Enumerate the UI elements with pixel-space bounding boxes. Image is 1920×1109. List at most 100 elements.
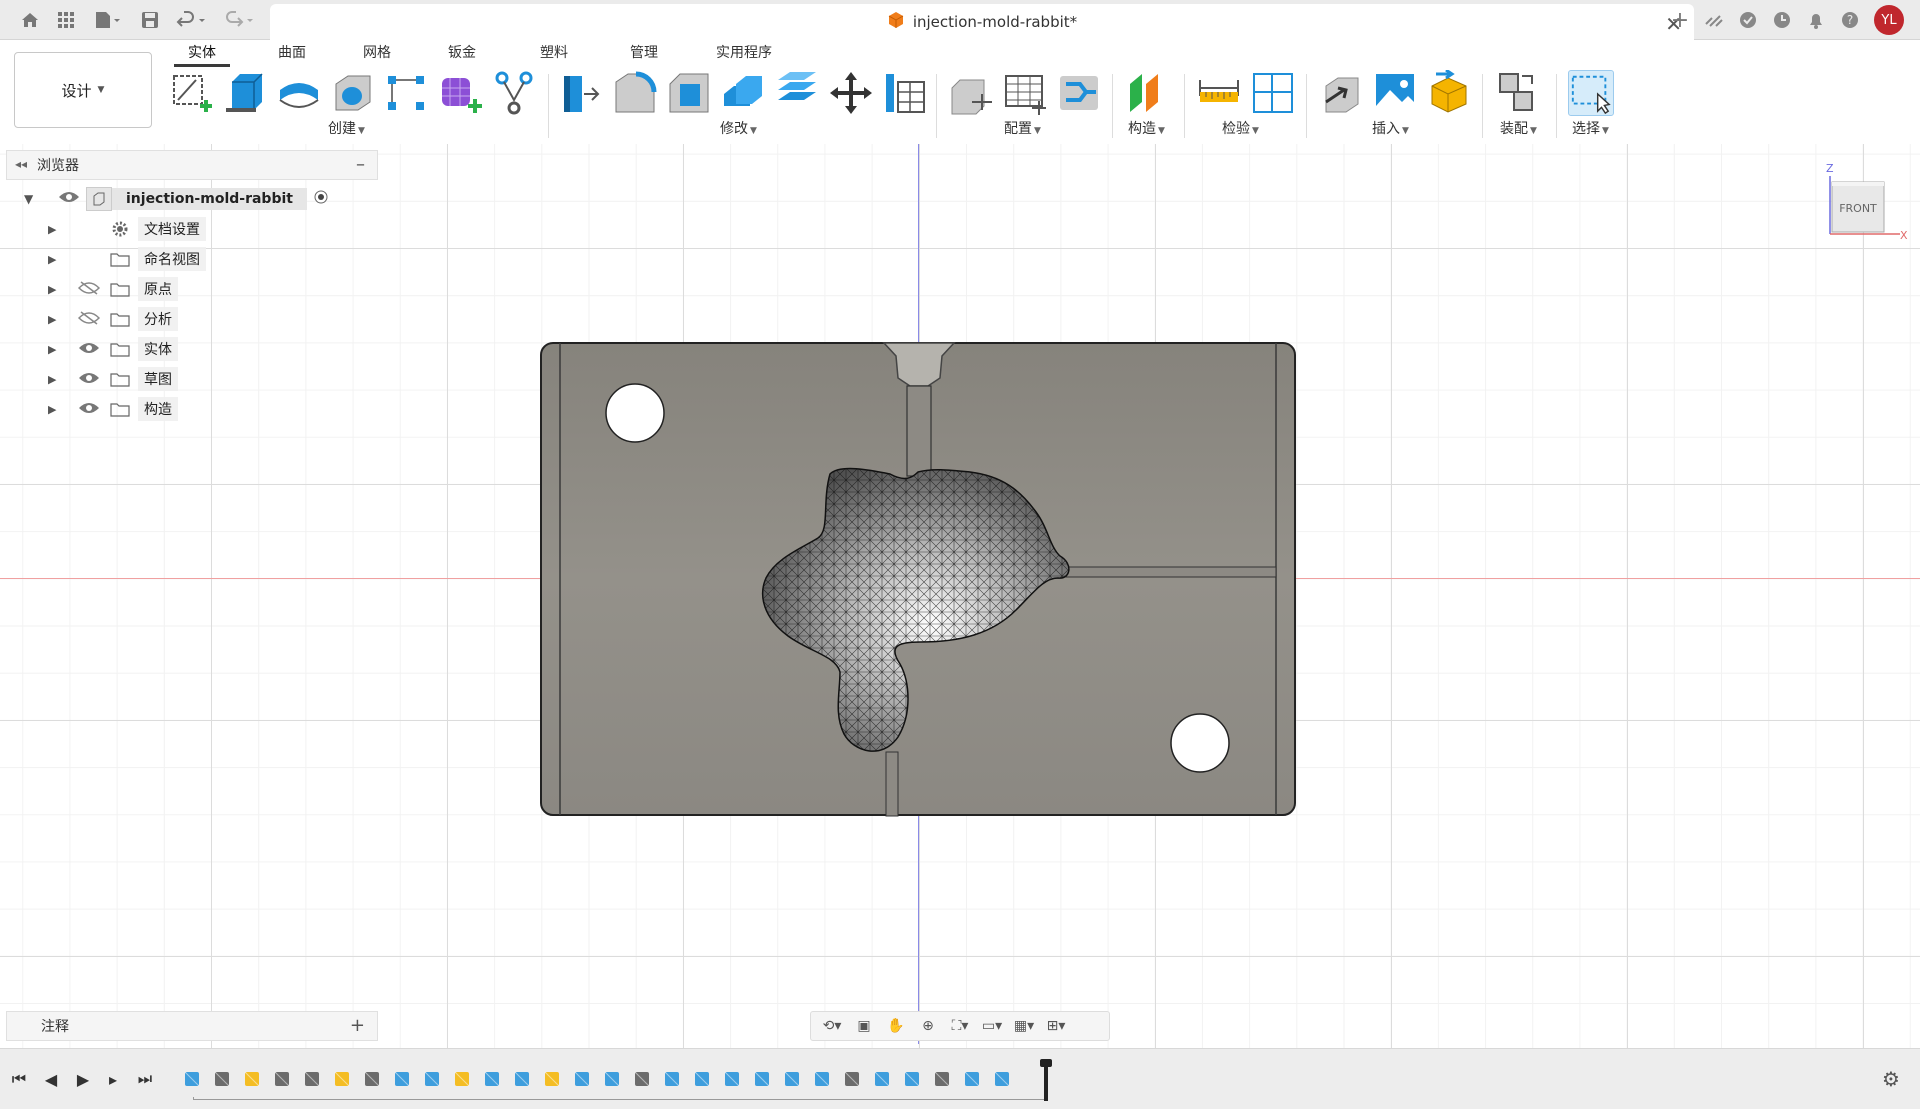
data-panel-icon[interactable] bbox=[1702, 8, 1726, 32]
timeline-feature-icon[interactable] bbox=[302, 1069, 322, 1089]
align-icon[interactable] bbox=[882, 70, 928, 116]
tab-mesh[interactable]: 网格 bbox=[363, 42, 391, 66]
configuration-table-icon[interactable] bbox=[1002, 70, 1048, 116]
configure-group-label[interactable]: 配置 ▼ bbox=[1004, 118, 1041, 138]
tree-item-label[interactable]: 构造 bbox=[138, 397, 178, 421]
timeline-feature-icon[interactable] bbox=[602, 1069, 622, 1089]
chevron-right-icon[interactable]: ▶ bbox=[48, 313, 62, 326]
step-back-icon[interactable]: ◀ bbox=[40, 1068, 62, 1090]
tab-plastic[interactable]: 塑料 bbox=[540, 42, 568, 66]
tree-item[interactable]: ▶ 文档设置 bbox=[48, 216, 206, 242]
modify-group-label[interactable]: 修改 ▼ bbox=[720, 118, 757, 138]
chamfer-icon[interactable] bbox=[666, 70, 712, 116]
assemble-group-label[interactable]: 装配 ▼ bbox=[1500, 118, 1537, 138]
tree-item-label[interactable]: 草图 bbox=[138, 367, 178, 391]
eye-icon[interactable] bbox=[78, 341, 102, 357]
grid-settings-icon[interactable]: ▦▾ bbox=[1011, 1015, 1037, 1037]
hole-icon[interactable] bbox=[330, 70, 376, 116]
timeline-feature-icon[interactable] bbox=[572, 1069, 592, 1089]
timeline-settings-icon[interactable]: ⚙ bbox=[1882, 1067, 1900, 1091]
tree-item[interactable]: ▶ 实体 bbox=[48, 336, 178, 362]
tree-item[interactable]: ▶ 原点 bbox=[48, 276, 178, 302]
notifications-icon[interactable] bbox=[1804, 8, 1828, 32]
look-at-icon[interactable]: ▣ bbox=[851, 1015, 877, 1037]
revolve-icon[interactable] bbox=[276, 70, 322, 116]
shell-icon[interactable] bbox=[720, 70, 766, 116]
timeline-feature-icon[interactable] bbox=[512, 1069, 532, 1089]
tree-item[interactable]: ▶ 命名视图 bbox=[48, 246, 206, 272]
timeline-feature-icon[interactable] bbox=[782, 1069, 802, 1089]
timeline-marker[interactable] bbox=[1040, 1059, 1052, 1101]
tree-item-label[interactable]: 文档设置 bbox=[138, 217, 206, 241]
workspace-switcher-button[interactable]: 设计 ▼ bbox=[14, 52, 152, 128]
timeline-feature-icon[interactable] bbox=[392, 1069, 412, 1089]
tab-solid[interactable]: 实体 bbox=[174, 42, 230, 67]
create-form-icon[interactable] bbox=[438, 70, 484, 116]
tree-root[interactable]: ▼ injection-mold-rabbit bbox=[24, 186, 329, 212]
collapse-panel-icon[interactable]: ◂◂ bbox=[15, 157, 27, 171]
tree-item[interactable]: ▶ 草图 bbox=[48, 366, 178, 392]
fit-icon[interactable]: ⛶▾ bbox=[947, 1015, 973, 1037]
timeline-feature-icon[interactable] bbox=[662, 1069, 682, 1089]
timeline-feature-icon[interactable] bbox=[212, 1069, 232, 1089]
eye-icon[interactable] bbox=[78, 371, 102, 387]
tab-utilities[interactable]: 实用程序 bbox=[716, 42, 772, 66]
tree-item[interactable]: ▶ 构造 bbox=[48, 396, 178, 422]
inspect-group-label[interactable]: 检验 ▼ bbox=[1222, 118, 1259, 138]
viewports-icon[interactable]: ⊞▾ bbox=[1043, 1015, 1069, 1037]
tree-item[interactable]: ▶ 分析 bbox=[48, 306, 178, 332]
select-group-label[interactable]: 选择 ▼ bbox=[1572, 118, 1609, 138]
file-menu-icon[interactable] bbox=[90, 8, 126, 32]
home-icon[interactable] bbox=[18, 8, 42, 32]
timeline-feature-icon[interactable] bbox=[902, 1069, 922, 1089]
insert-mcmaster-icon[interactable] bbox=[1426, 68, 1472, 116]
orbit-icon[interactable]: ⟲▾ bbox=[819, 1015, 845, 1037]
timeline-feature-icon[interactable] bbox=[332, 1069, 352, 1089]
press-pull-icon[interactable] bbox=[558, 70, 604, 116]
minimize-panel-icon[interactable]: – bbox=[356, 154, 365, 175]
tab-manage[interactable]: 管理 bbox=[630, 42, 658, 66]
undo-icon[interactable] bbox=[174, 8, 210, 32]
browser-panel-header[interactable]: ◂◂ 浏览器 – bbox=[6, 150, 378, 180]
extrude-icon[interactable] bbox=[222, 70, 268, 116]
timeline-feature-icon[interactable] bbox=[722, 1069, 742, 1089]
insert-canvas-icon[interactable] bbox=[1372, 70, 1418, 116]
chevron-right-icon[interactable]: ▶ bbox=[48, 223, 62, 236]
timeline-feature-icon[interactable] bbox=[842, 1069, 862, 1089]
eye-hidden-icon[interactable] bbox=[77, 311, 102, 327]
save-icon[interactable] bbox=[138, 8, 162, 32]
timeline-feature-icon[interactable] bbox=[272, 1069, 292, 1089]
timeline-feature-icon[interactable] bbox=[452, 1069, 472, 1089]
tab-surface[interactable]: 曲面 bbox=[278, 42, 306, 66]
activate-radio-icon[interactable] bbox=[313, 189, 329, 209]
timeline-feature-icon[interactable] bbox=[242, 1069, 262, 1089]
go-to-start-icon[interactable]: ⏮ bbox=[8, 1068, 30, 1090]
chevron-right-icon[interactable]: ▶ bbox=[48, 373, 62, 386]
job-status-icon[interactable] bbox=[1736, 8, 1760, 32]
timeline-feature-icon[interactable] bbox=[422, 1069, 442, 1089]
viewcube[interactable]: Z X FRONT bbox=[1820, 160, 1910, 244]
mold-block[interactable] bbox=[540, 342, 1296, 818]
tree-item-label[interactable]: 分析 bbox=[138, 307, 178, 331]
display-settings-icon[interactable]: ▭▾ bbox=[979, 1015, 1005, 1037]
new-component-icon[interactable] bbox=[1494, 70, 1540, 116]
select-icon[interactable] bbox=[1568, 70, 1614, 116]
step-forward-icon[interactable]: ▸ bbox=[102, 1068, 124, 1090]
insert-group-label[interactable]: 插入 ▼ bbox=[1372, 118, 1409, 138]
redo-icon[interactable] bbox=[222, 8, 258, 32]
timeline-feature-icon[interactable] bbox=[752, 1069, 772, 1089]
timeline-feature-icon[interactable] bbox=[182, 1069, 202, 1089]
create-group-label[interactable]: 创建 ▼ bbox=[328, 118, 365, 138]
configuration-rules-icon[interactable] bbox=[1056, 70, 1102, 116]
chevron-right-icon[interactable]: ▶ bbox=[48, 343, 62, 356]
fillet-icon[interactable] bbox=[612, 70, 658, 116]
help-icon[interactable]: ? bbox=[1838, 8, 1862, 32]
chevron-right-icon[interactable]: ▶ bbox=[48, 283, 62, 296]
pan-icon[interactable]: ✋ bbox=[883, 1015, 909, 1037]
play-icon[interactable]: ▶ bbox=[72, 1068, 94, 1090]
timeline-feature-icon[interactable] bbox=[632, 1069, 652, 1089]
construct-group-label[interactable]: 构造 ▼ bbox=[1128, 118, 1165, 138]
timeline-feature-icon[interactable] bbox=[962, 1069, 982, 1089]
eye-icon[interactable] bbox=[78, 401, 102, 417]
go-to-end-icon[interactable]: ⏭ bbox=[134, 1068, 156, 1090]
